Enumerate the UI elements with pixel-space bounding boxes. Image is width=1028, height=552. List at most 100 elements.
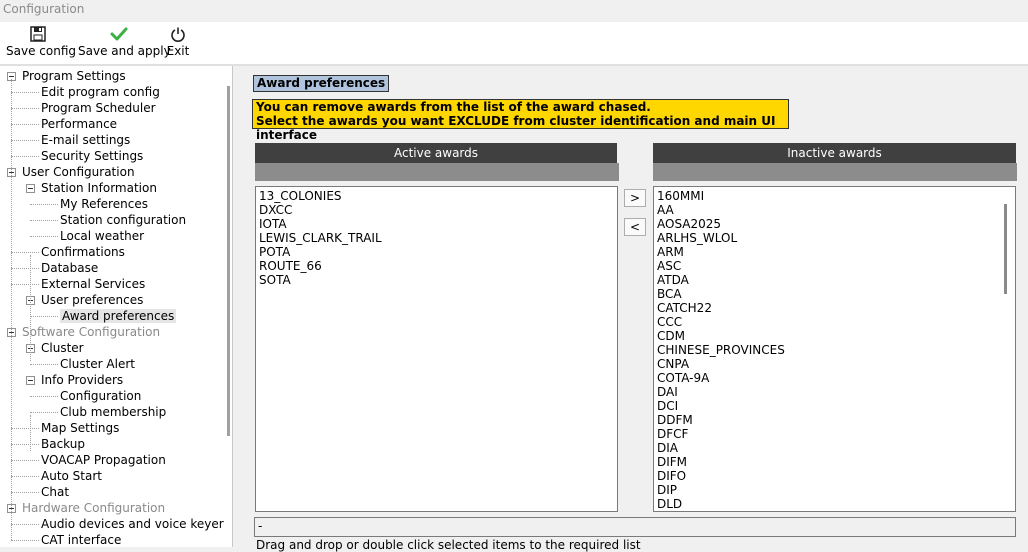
tree-item[interactable]: Club membership	[60, 404, 166, 420]
list-item[interactable]: BCA	[657, 287, 1015, 301]
status-field: -	[254, 517, 1016, 537]
settings-tree[interactable]: Program Settings Edit program config Progr…	[0, 66, 233, 547]
tree-item[interactable]: Station Information	[41, 180, 157, 196]
tree-item[interactable]: Security Settings	[41, 148, 143, 164]
list-item[interactable]: DDFM	[657, 413, 1015, 427]
list-item[interactable]: ARM	[657, 245, 1015, 259]
list-item[interactable]: DFCF	[657, 427, 1015, 441]
tree-item[interactable]: User preferences	[41, 292, 143, 308]
tree-item[interactable]: E-mail settings	[41, 132, 130, 148]
list-item[interactable]: SOTA	[259, 273, 617, 287]
tree-item[interactable]: Local weather	[60, 228, 144, 244]
tree-item-label: Program Scheduler	[41, 101, 156, 115]
list-item[interactable]: DAI	[657, 385, 1015, 399]
move-left-button[interactable]: <	[624, 218, 646, 236]
list-item[interactable]: DIA	[657, 441, 1015, 455]
tree-connector	[11, 428, 39, 429]
tree-item-label: Software Configuration	[22, 325, 161, 339]
tree-item[interactable]: User Configuration	[22, 164, 135, 180]
tree-item-label: VOACAP Propagation	[41, 453, 166, 467]
tree-item[interactable]: Award preferences	[60, 308, 177, 324]
page-title: Award preferences	[253, 75, 390, 92]
tree-item[interactable]: Program Settings	[22, 68, 126, 84]
tree-item-label: E-mail settings	[41, 133, 131, 147]
inactive-awards-filter-bar	[653, 163, 1017, 181]
tree-item[interactable]: Backup	[41, 436, 85, 452]
tree-item[interactable]: Info Providers	[41, 372, 123, 388]
list-item[interactable]: 160MMI	[657, 189, 1015, 203]
list-item[interactable]: CCC	[657, 315, 1015, 329]
list-item[interactable]: DCI	[657, 399, 1015, 413]
tree-item[interactable]: Program Scheduler	[41, 100, 156, 116]
tree-item-label: Cluster	[41, 341, 84, 355]
list-item[interactable]: CNPA	[657, 357, 1015, 371]
tree-item[interactable]: Hardware Configuration	[22, 500, 165, 516]
list-item[interactable]: ROUTE_66	[259, 259, 617, 273]
tree-item-label: Program Settings	[22, 69, 126, 83]
list-item[interactable]: COTA-9A	[657, 371, 1015, 385]
tree-connector	[30, 204, 58, 205]
list-item[interactable]: CATCH22	[657, 301, 1015, 315]
inactive-list-scrollbar[interactable]	[1004, 204, 1007, 294]
tree-item[interactable]: Auto Start	[41, 468, 102, 484]
tree-connector	[30, 412, 58, 413]
save-config-button[interactable]: Save config	[6, 26, 76, 62]
list-item[interactable]: DIFM	[657, 455, 1015, 469]
tree-item[interactable]: Cluster	[41, 340, 84, 356]
tree-connector	[30, 396, 58, 397]
list-item[interactable]: 13_COLONIES	[259, 189, 617, 203]
collapse-toggle-icon[interactable]	[26, 184, 35, 193]
tree-item[interactable]: External Services	[41, 276, 145, 292]
tree-item[interactable]: Chat	[41, 484, 69, 500]
tree-item-label: External Services	[41, 277, 146, 291]
tree-item[interactable]: Edit program config	[41, 84, 160, 100]
list-item[interactable]: AA	[657, 203, 1015, 217]
tree-item[interactable]: Software Configuration	[22, 324, 160, 340]
title-bar: Configuration	[0, 0, 1028, 22]
tree-item[interactable]: CAT interface	[41, 532, 121, 547]
tree-item[interactable]: Cluster Alert	[60, 356, 135, 372]
list-item[interactable]: DIP	[657, 483, 1015, 497]
tree-scrollbar[interactable]	[227, 86, 230, 436]
list-item[interactable]: POTA	[259, 245, 617, 259]
tree-item[interactable]: My References	[60, 196, 148, 212]
tree-item-label: Database	[41, 261, 99, 275]
list-item[interactable]: LEWIS_CLARK_TRAIL	[259, 231, 617, 245]
tree-item[interactable]: Performance	[41, 116, 117, 132]
tree-item[interactable]: Database	[41, 260, 98, 276]
tree-connector	[30, 220, 58, 221]
tree-item-label: Map Settings	[41, 421, 120, 435]
tree-guide-line	[30, 255, 31, 361]
tree-connector	[11, 108, 39, 109]
save-and-apply-button[interactable]: Save and apply	[78, 26, 171, 62]
list-item[interactable]: ASC	[657, 259, 1015, 273]
list-item[interactable]: AOSA2025	[657, 217, 1015, 231]
tree-connector	[11, 252, 39, 253]
tree-item[interactable]: Station configuration	[60, 212, 186, 228]
collapse-toggle-icon[interactable]	[26, 376, 35, 385]
list-item[interactable]: DXCC	[259, 203, 617, 217]
inactive-awards-list[interactable]: 160MMI AA AOSA2025 ARLHS_WLOL ARM ASC ATDA BCA C…	[653, 186, 1016, 512]
tree-item-label: Info Providers	[41, 373, 124, 387]
notice-line-1: You can remove awards from the list of t…	[256, 100, 651, 114]
list-item[interactable]: DIFO	[657, 469, 1015, 483]
tree-item[interactable]: VOACAP Propagation	[41, 452, 166, 468]
list-item[interactable]: CHINESE_PROVINCES	[657, 343, 1015, 357]
active-awards-list[interactable]: 13_COLONIES DXCC IOTA LEWIS_CLARK_TRAIL POTA…	[255, 186, 618, 512]
tree-connector	[11, 524, 39, 525]
list-item[interactable]: ATDA	[657, 273, 1015, 287]
list-item[interactable]: CDM	[657, 329, 1015, 343]
move-right-button[interactable]: >	[624, 189, 646, 207]
inactive-awards-header: Inactive awards	[653, 143, 1016, 163]
list-item[interactable]: DLD	[657, 497, 1015, 511]
exit-button[interactable]: Exit	[166, 26, 190, 62]
list-item[interactable]: ARLHS_WLOL	[657, 231, 1015, 245]
tree-connector	[11, 92, 39, 93]
tree-item-label: Award preferences	[60, 309, 177, 323]
tree-item[interactable]: Configuration	[60, 388, 141, 404]
tree-item[interactable]: Confirmations	[41, 244, 125, 260]
active-awards-filter-bar	[255, 163, 619, 181]
list-item[interactable]: IOTA	[259, 217, 617, 231]
tree-item[interactable]: Map Settings	[41, 420, 119, 436]
tree-item[interactable]: Audio devices and voice keyer	[41, 516, 224, 532]
